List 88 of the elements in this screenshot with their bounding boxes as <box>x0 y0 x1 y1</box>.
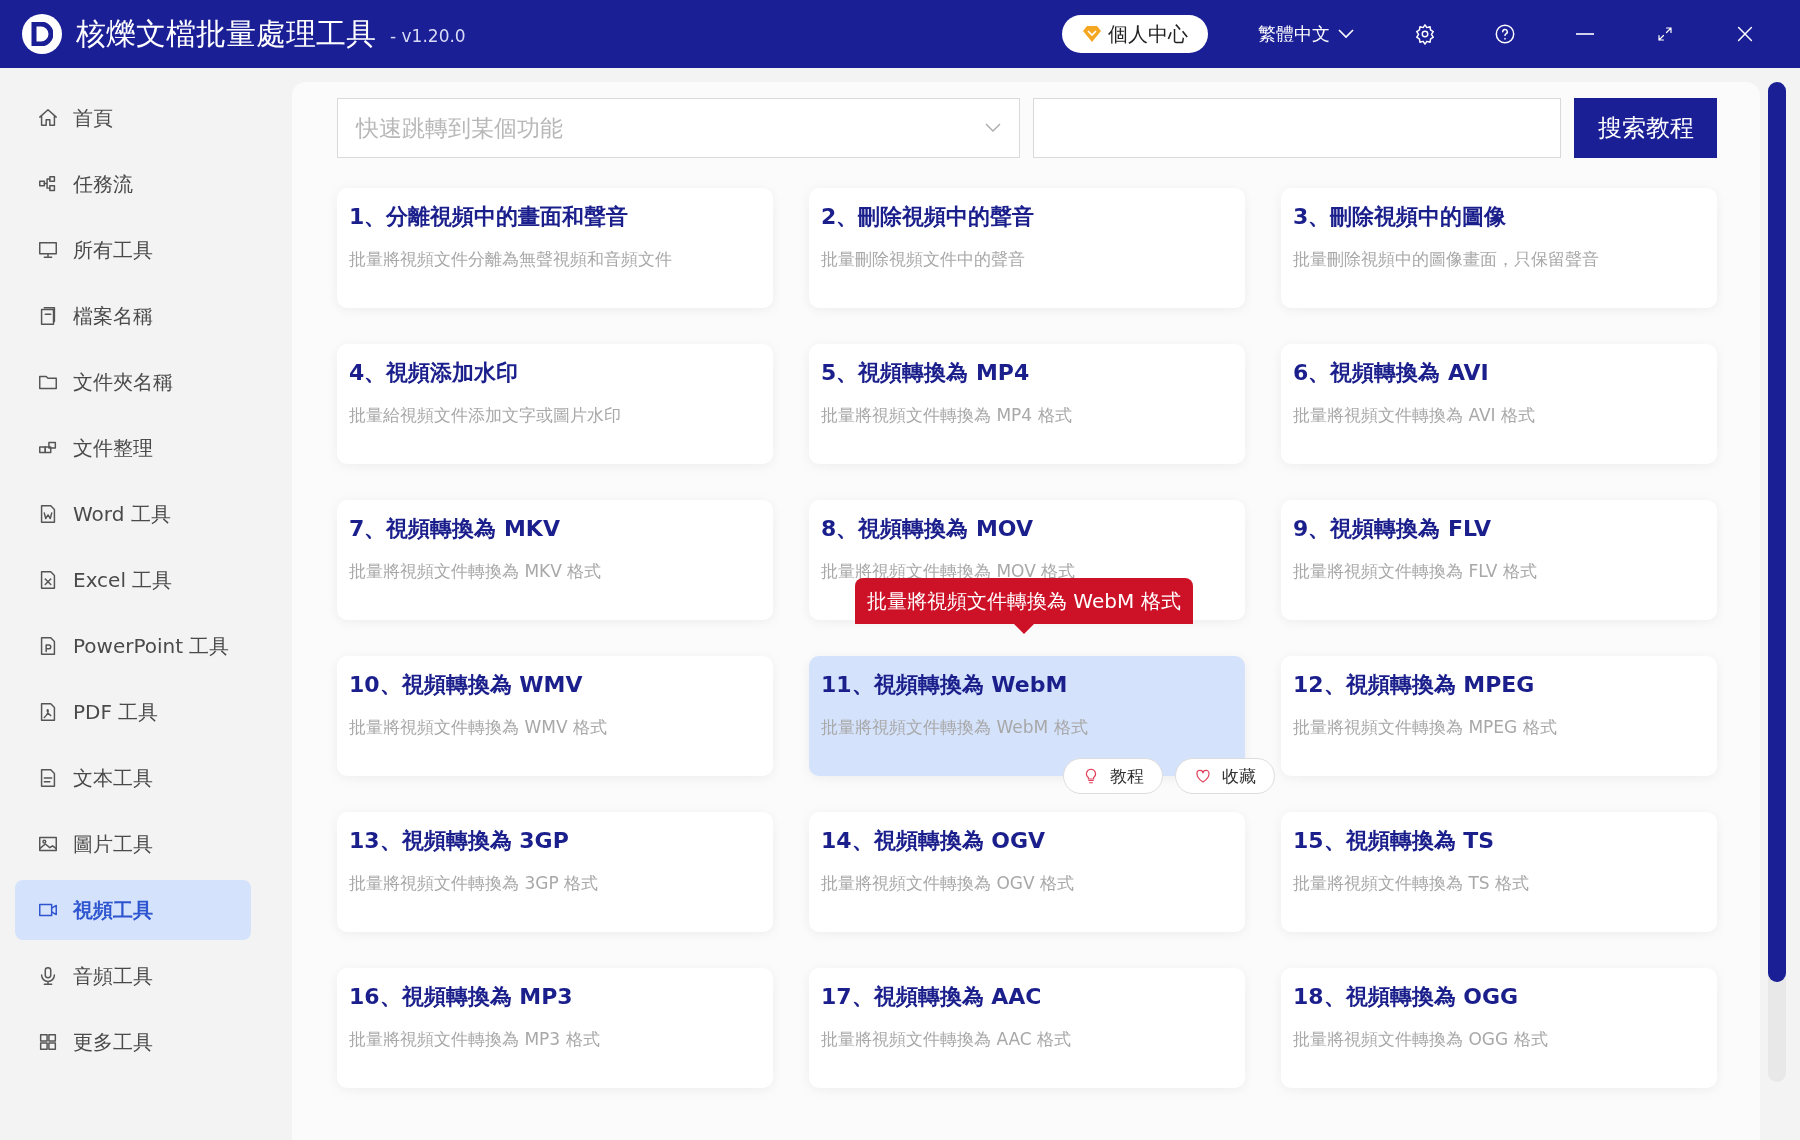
card-title: 12、視頻轉換為 MPEG <box>1293 671 1536 699</box>
tutorial-button[interactable]: 教程 <box>1063 758 1163 794</box>
sidebar-item[interactable]: 圖片工具 <box>15 814 251 874</box>
card-description: 批量刪除視頻中的圖像畫面，只保留聲音 <box>1293 248 1600 271</box>
sidebar-item[interactable]: 所有工具 <box>15 220 251 280</box>
chevron-down-icon <box>985 123 1001 133</box>
sidebar-item[interactable]: 首頁 <box>15 88 251 148</box>
tool-card[interactable]: 14、視頻轉換為 OGV 批量將視頻文件轉換為 OGV 格式 <box>809 812 1245 932</box>
search-tutorial-button[interactable]: 搜索教程 <box>1574 98 1717 158</box>
tool-card[interactable]: 18、視頻轉換為 OGG 批量將視頻文件轉換為 OGG 格式 <box>1281 968 1717 1088</box>
card-description: 批量將視頻文件轉換為 MKV 格式 <box>349 560 603 583</box>
expand-arrows-icon <box>1656 25 1674 43</box>
window-title: 核爍文檔批量處理工具 <box>76 14 376 53</box>
tool-card[interactable]: 4、視頻添加水印 批量給視頻文件添加文字或圖片水印 <box>337 344 773 464</box>
sidebar-item[interactable]: 視頻工具 <box>15 880 251 940</box>
card-description: 批量將視頻文件轉換為 OGG 格式 <box>1293 1028 1549 1051</box>
settings-icon <box>1414 23 1436 45</box>
card-title: 10、視頻轉換為 WMV <box>349 671 584 699</box>
tool-card[interactable]: 3、刪除視頻中的圖像 批量刪除視頻中的圖像畫面，只保留聲音 <box>1281 188 1717 308</box>
diamond-icon <box>1082 25 1102 43</box>
chevron-down-icon <box>1338 29 1354 39</box>
card-title: 8、視頻轉換為 MOV <box>821 515 1034 543</box>
favorite-button[interactable]: 收藏 <box>1175 758 1275 794</box>
monitor-icon <box>37 239 59 261</box>
tool-card[interactable]: 1、分離視頻中的畫面和聲音 批量將視頻文件分離為無聲視頻和音頻文件 <box>337 188 773 308</box>
sidebar-item[interactable]: Word 工具 <box>15 484 251 544</box>
sidebar-item[interactable]: 音頻工具 <box>15 946 251 1006</box>
heart-icon <box>1194 767 1212 785</box>
card-description: 批量將視頻文件轉換為 OGV 格式 <box>821 872 1075 895</box>
tooltip: 批量將視頻文件轉換為 WebM 格式 <box>855 578 1193 634</box>
language-dropdown[interactable]: 繁體中文 <box>1252 21 1360 47</box>
sidebar-item[interactable]: PowerPoint 工具 <box>15 616 251 676</box>
sidebar-item[interactable]: Excel 工具 <box>15 550 251 610</box>
card-title: 1、分離視頻中的畫面和聲音 <box>349 203 630 231</box>
tool-card[interactable]: 12、視頻轉換為 MPEG 批量將視頻文件轉換為 MPEG 格式 <box>1281 656 1717 776</box>
card-description: 批量將視頻文件轉換為 FLV 格式 <box>1293 560 1538 583</box>
help-icon <box>1494 23 1516 45</box>
scrollbar[interactable] <box>1766 82 1788 1082</box>
personal-center-button[interactable]: 個人中心 <box>1062 15 1208 53</box>
card-description: 批量將視頻文件轉換為 3GP 格式 <box>349 872 600 895</box>
card-description: 批量將視頻文件轉換為 AVI 格式 <box>1293 404 1536 427</box>
card-description: 批量將視頻文件轉換為 MP4 格式 <box>821 404 1073 427</box>
sidebar-item[interactable]: 文本工具 <box>15 748 251 808</box>
tool-card[interactable]: 10、視頻轉換為 WMV 批量將視頻文件轉換為 WMV 格式 <box>337 656 773 776</box>
card-title: 5、視頻轉換為 MP4 <box>821 359 1031 387</box>
tool-card[interactable]: 2、刪除視頻中的聲音 批量刪除視頻文件中的聲音 <box>809 188 1245 308</box>
sidebar-item[interactable]: 文件整理 <box>15 418 251 478</box>
card-description: 批量將視頻文件轉換為 WebM 格式 <box>821 716 1089 739</box>
card-title: 13、視頻轉換為 3GP <box>349 827 570 855</box>
tool-card[interactable]: 13、視頻轉換為 3GP 批量將視頻文件轉換為 3GP 格式 <box>337 812 773 932</box>
card-title: 3、刪除視頻中的圖像 <box>1293 203 1508 231</box>
tool-card[interactable]: 6、視頻轉換為 AVI 批量將視頻文件轉換為 AVI 格式 <box>1281 344 1717 464</box>
card-description: 批量將視頻文件轉換為 MPEG 格式 <box>1293 716 1558 739</box>
grid-icon <box>37 1031 59 1053</box>
card-title: 6、視頻轉換為 AVI <box>1293 359 1490 387</box>
sidebar-item[interactable]: PDF 工具 <box>15 682 251 742</box>
card-description: 批量將視頻文件轉換為 AAC 格式 <box>821 1028 1073 1051</box>
card-title: 4、視頻添加水印 <box>349 359 520 387</box>
tool-card[interactable]: 16、視頻轉換為 MP3 批量將視頻文件轉換為 MP3 格式 <box>337 968 773 1088</box>
card-title: 14、視頻轉換為 OGV <box>821 827 1047 855</box>
card-title: 18、視頻轉換為 OGG <box>1293 983 1520 1011</box>
card-description: 批量將視頻文件轉換為 TS 格式 <box>1293 872 1530 895</box>
card-description: 批量將視頻文件轉換為 MP3 格式 <box>349 1028 601 1051</box>
card-title: 17、視頻轉換為 AAC <box>821 983 1043 1011</box>
card-title: 2、刪除視頻中的聲音 <box>821 203 1036 231</box>
sidebar-item[interactable]: 更多工具 <box>15 1012 251 1072</box>
card-title: 16、視頻轉換為 MP3 <box>349 983 574 1011</box>
app-logo <box>22 14 62 54</box>
tool-card[interactable]: 15、視頻轉換為 TS 批量將視頻文件轉換為 TS 格式 <box>1281 812 1717 932</box>
card-title: 7、視頻轉換為 MKV <box>349 515 561 543</box>
sidebar-item[interactable]: 文件夾名稱 <box>15 352 251 412</box>
house-icon <box>37 107 59 129</box>
card-description: 批量將視頻文件分離為無聲視頻和音頻文件 <box>349 248 673 271</box>
card-title: 11、視頻轉換為 WebM <box>821 671 1069 699</box>
version-label: - v1.20.0 <box>390 26 466 46</box>
tool-card[interactable]: 7、視頻轉換為 MKV 批量將視頻文件轉換為 MKV 格式 <box>337 500 773 620</box>
tool-card[interactable]: 5、視頻轉換為 MP4 批量將視頻文件轉換為 MP4 格式 <box>809 344 1245 464</box>
sidebar-item[interactable]: 任務流 <box>15 154 251 214</box>
card-description: 批量刪除視頻文件中的聲音 <box>821 248 1026 271</box>
tool-card[interactable]: 9、視頻轉換為 FLV 批量將視頻文件轉換為 FLV 格式 <box>1281 500 1717 620</box>
tool-card[interactable]: 17、視頻轉換為 AAC 批量將視頻文件轉換為 AAC 格式 <box>809 968 1245 1088</box>
tutorial-search-field[interactable] <box>1033 98 1561 158</box>
card-title: 15、視頻轉換為 TS <box>1293 827 1496 855</box>
card-description: 批量給視頻文件添加文字或圖片水印 <box>349 404 622 427</box>
card-title: 9、視頻轉換為 FLV <box>1293 515 1492 543</box>
sidebar-item[interactable]: 檔案名稱 <box>15 286 251 346</box>
minimize-icon <box>1576 33 1594 35</box>
card-description: 批量將視頻文件轉換為 WMV 格式 <box>349 716 608 739</box>
